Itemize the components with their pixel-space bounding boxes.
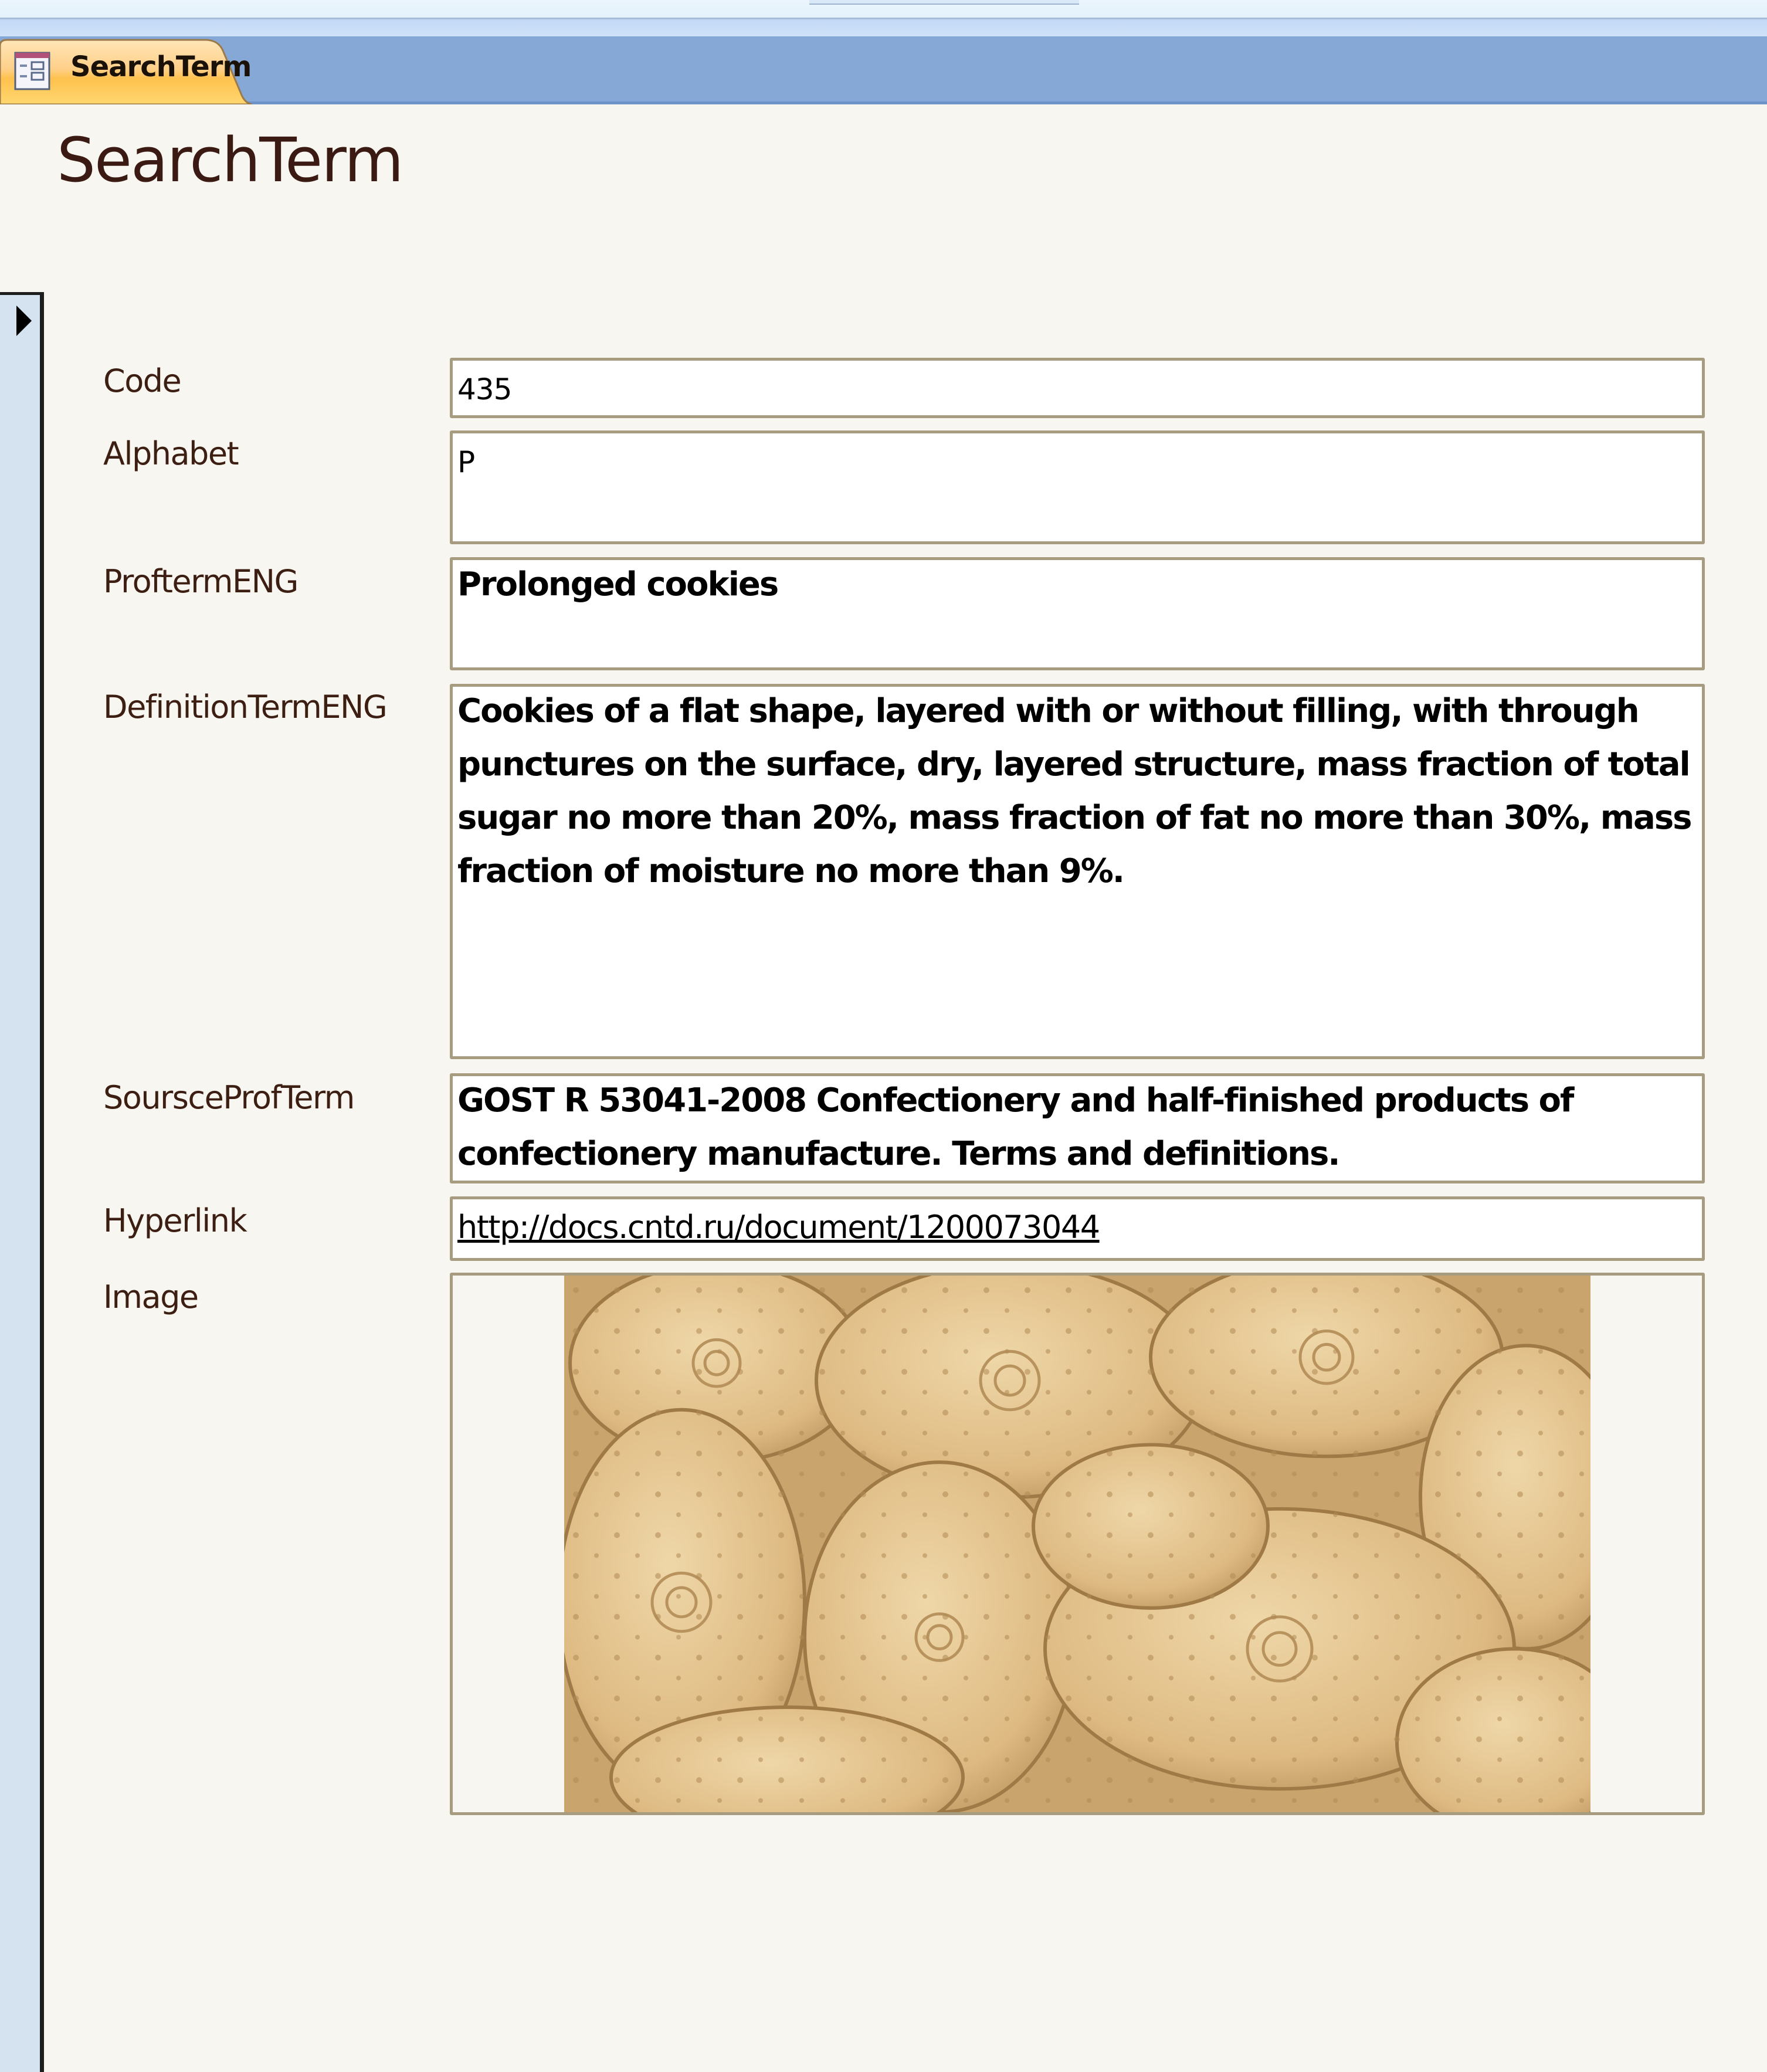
image-field[interactable] bbox=[450, 1273, 1705, 1815]
soursceprofterm-value: GOST R 53041-2008 Confectionery and half… bbox=[457, 1081, 1574, 1173]
hyperlink-value[interactable]: http://docs.cntd.ru/document/1200073044 bbox=[457, 1209, 1696, 1246]
cookies-photo bbox=[564, 1276, 1590, 1812]
ribbon-edge bbox=[809, 0, 1079, 5]
record-selector[interactable] bbox=[0, 292, 44, 2072]
form-title: SearchTerm bbox=[57, 124, 403, 196]
soursceprofterm-field[interactable]: GOST R 53041-2008 Confectionery and half… bbox=[450, 1073, 1705, 1183]
soursceprofterm-label: SoursceProfTerm bbox=[103, 1079, 355, 1116]
code-label: Code bbox=[103, 362, 182, 399]
hyperlink-field[interactable]: http://docs.cntd.ru/document/1200073044 bbox=[450, 1196, 1705, 1261]
definitiontermeng-label: DefinitionTermENG bbox=[103, 689, 388, 725]
document-tab-searchterm[interactable]: SearchTerm bbox=[0, 39, 252, 104]
code-field[interactable]: 435 bbox=[450, 358, 1705, 418]
definitiontermeng-field[interactable]: Cookies of a flat shape, layered with or… bbox=[450, 684, 1705, 1059]
form-icon bbox=[14, 52, 50, 90]
alphabet-label: Alphabet bbox=[103, 435, 239, 472]
document-tab-bar bbox=[0, 36, 1767, 104]
hyperlink-label: Hyperlink bbox=[103, 1202, 247, 1239]
document-tab-label: SearchTerm bbox=[70, 50, 252, 83]
proftermeng-value: Prolonged cookies bbox=[457, 565, 779, 603]
proftermeng-label: ProftermENG bbox=[103, 563, 299, 600]
ribbon-band bbox=[0, 19, 1767, 36]
definitiontermeng-value: Cookies of a flat shape, layered with or… bbox=[457, 692, 1693, 890]
code-value: 435 bbox=[457, 372, 512, 406]
window-top-strip bbox=[0, 0, 1767, 19]
alphabet-value: P bbox=[457, 445, 475, 479]
alphabet-field[interactable]: P bbox=[450, 430, 1705, 544]
image-label: Image bbox=[103, 1279, 199, 1315]
proftermeng-field[interactable]: Prolonged cookies bbox=[450, 557, 1705, 670]
current-record-arrow-icon bbox=[16, 306, 32, 336]
